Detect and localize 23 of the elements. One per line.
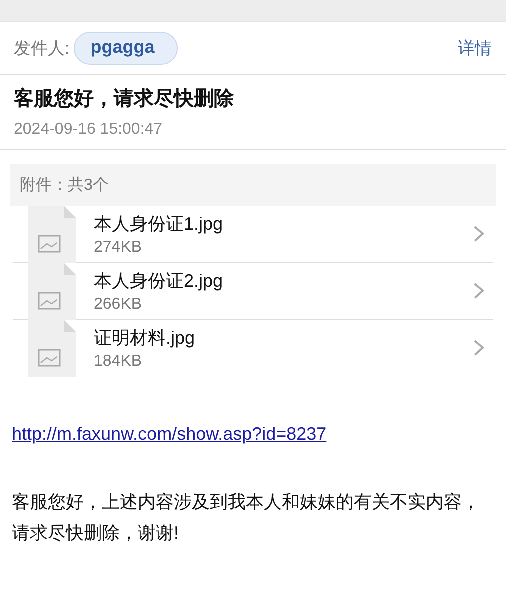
- image-file-icon: [28, 206, 76, 263]
- attachment-row[interactable]: 证明材料.jpg 184KB: [13, 320, 493, 376]
- chevron-right-icon: [473, 225, 485, 243]
- file-name: 本人身份证2.jpg: [94, 270, 224, 292]
- image-file-icon: [28, 263, 76, 320]
- chevron-right-icon: [473, 339, 485, 357]
- body-link[interactable]: http://m.faxunw.com/show.asp?id=8237: [12, 424, 327, 444]
- file-size: 184KB: [94, 352, 144, 370]
- mail-date: 2024-09-16 15:00:47: [0, 112, 506, 150]
- body-text: 客服您好，上述内容涉及到我本人和妹妹的有关不实内容，请求尽快删除，谢谢!: [12, 491, 481, 545]
- file-size: 274KB: [94, 238, 144, 256]
- file-name: 证明材料.jpg: [94, 326, 196, 350]
- sender-label: 发件人:: [14, 38, 70, 60]
- attachment-row[interactable]: 本人身份证2.jpg 266KB: [13, 263, 493, 320]
- chevron-right-icon: [473, 282, 485, 300]
- sender-chip[interactable]: pgagga: [74, 32, 178, 64]
- details-link[interactable]: 详情: [458, 36, 492, 60]
- image-file-icon: [28, 320, 76, 377]
- subject-title: 客服您好，请求尽快删除: [13, 86, 235, 112]
- file-name: 本人身份证1.jpg: [94, 212, 224, 236]
- attachments-header: 附件：共3个: [10, 164, 496, 206]
- file-size: 266KB: [94, 296, 144, 314]
- attachment-row[interactable]: 本人身份证1.jpg 274KB: [13, 206, 493, 263]
